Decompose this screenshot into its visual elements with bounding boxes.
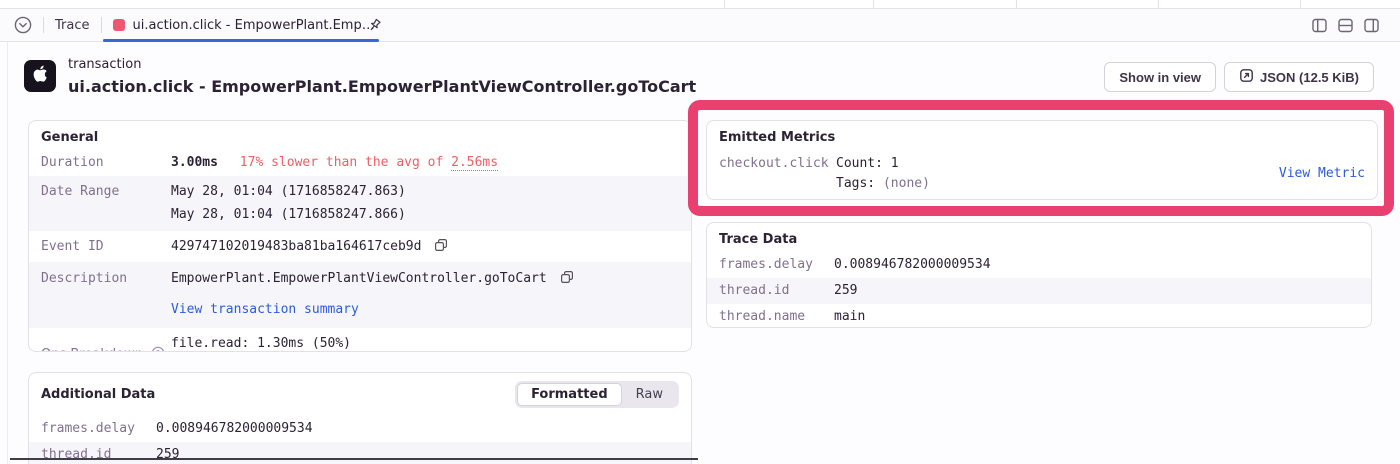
additional-data-card: Additional Data Formatted Raw frames.del…	[28, 372, 692, 464]
toggle-formatted[interactable]: Formatted	[517, 383, 622, 406]
trace-data-key: thread.name	[719, 307, 834, 327]
emitted-metrics-title: Emitted Metrics	[707, 121, 1377, 150]
duration-key: Duration	[41, 153, 171, 173]
chevron-down-circle-icon[interactable]	[14, 16, 32, 34]
panel-left-border	[7, 9, 8, 464]
toggle-raw[interactable]: Raw	[622, 383, 677, 406]
row-description: Description EmpowerPlant.EmpowerPlantVie…	[29, 262, 691, 328]
layout-split-horizontal-icon[interactable]	[1337, 17, 1354, 34]
json-button-label: JSON (12.5 KiB)	[1260, 70, 1359, 85]
help-icon[interactable]: ?	[151, 346, 165, 353]
general-card: General Duration 3.00ms 17% slower than …	[28, 120, 692, 352]
row-date-range: Date Range May 28, 01:04 (1716858247.863…	[29, 176, 691, 231]
format-toggle: Formatted Raw	[515, 381, 679, 408]
trace-data-value: main	[834, 307, 1359, 327]
ops-breakdown-line1: file.read: 1.30ms (50%)	[171, 334, 679, 352]
active-tab-underline	[103, 39, 379, 42]
duration-average: 2.56ms	[451, 155, 498, 171]
description-key: Description	[41, 269, 171, 320]
copy-icon[interactable]	[560, 270, 574, 291]
tab-trace[interactable]: Trace	[55, 18, 90, 33]
trace-data-card: Trace Data frames.delay 0.00894678200000…	[706, 222, 1372, 328]
layout-sidebar-right-icon[interactable]	[1363, 17, 1380, 34]
transaction-marker-icon	[113, 19, 125, 31]
table-row: thread.id 259	[707, 278, 1371, 304]
tab-bar: Trace ui.action.click - EmpowerPlant.Emp…	[0, 9, 1400, 42]
trace-data-key: frames.delay	[719, 255, 834, 275]
date-range-start: May 28, 01:04 (1716858247.863)	[171, 182, 679, 202]
column-divider	[873, 0, 874, 8]
row-event-id: Event ID 429747102019483ba81ba164617ceb9…	[29, 231, 691, 262]
svg-text:?: ?	[156, 348, 160, 352]
external-link-icon	[1239, 68, 1254, 86]
show-in-view-button[interactable]: Show in view	[1104, 62, 1216, 92]
additional-data-title: Additional Data	[41, 387, 155, 402]
row-duration: Duration 3.00ms 17% slower than the avg …	[29, 150, 691, 176]
additional-data-key: thread.id	[41, 445, 156, 464]
copy-icon[interactable]	[434, 238, 448, 259]
page-title: ui.action.click - EmpowerPlant.EmpowerPl…	[68, 77, 696, 96]
column-divider	[1300, 0, 1301, 8]
general-title: General	[29, 121, 691, 150]
tabbar-divider	[101, 17, 102, 33]
table-row: thread.id 259	[29, 442, 691, 464]
event-id-key: Event ID	[41, 237, 171, 259]
event-type-label: transaction	[68, 57, 141, 72]
trace-data-value: 259	[834, 281, 1359, 301]
layout-sidebar-left-icon[interactable]	[1311, 17, 1328, 34]
table-row: frames.delay 0.008946782000009534	[29, 416, 691, 442]
event-id-value: 429747102019483ba81ba164617ceb9d	[171, 239, 421, 254]
column-divider	[724, 0, 725, 8]
apple-platform-tile	[24, 60, 56, 92]
column-divider	[1158, 0, 1159, 8]
additional-data-value: 0.008946782000009534	[156, 419, 679, 439]
trace-detail-panel: Trace ui.action.click - EmpowerPlant.Emp…	[0, 0, 1400, 464]
metric-count-value: 1	[891, 156, 899, 171]
table-row: frames.delay 0.008946782000009534	[707, 252, 1371, 278]
viewport-bottom-edge	[10, 458, 698, 460]
tabbar-divider	[43, 17, 44, 33]
column-divider	[1016, 0, 1017, 8]
description-value: EmpowerPlant.EmpowerPlantViewController.…	[171, 271, 547, 286]
row-ops-breakdown: Ops Breakdown ? file.read: 1.30ms (50%) …	[29, 328, 691, 352]
duration-value: 3.00ms	[171, 155, 218, 170]
additional-data-header: Additional Data Formatted Raw	[29, 373, 691, 416]
apple-icon	[30, 64, 50, 88]
trace-data-value: 0.008946782000009534	[834, 255, 1359, 275]
additional-data-key: frames.delay	[41, 419, 156, 439]
json-download-button[interactable]: JSON (12.5 KiB)	[1224, 62, 1374, 92]
metric-name: checkout.click	[719, 154, 836, 174]
trace-data-title: Trace Data	[707, 223, 1371, 252]
metric-count-label: Count:	[836, 156, 891, 171]
metric-tags-label: Tags:	[836, 176, 883, 191]
table-row: thread.name main	[707, 304, 1371, 328]
layout-controls	[1311, 17, 1380, 34]
header-actions: Show in view JSON (12.5 KiB)	[1104, 62, 1374, 92]
date-range-end: May 28, 01:04 (1716858247.866)	[171, 205, 679, 225]
duration-comparison: 17% slower than the avg of	[240, 155, 451, 170]
view-metric-link[interactable]: View Metric	[1279, 166, 1365, 181]
pin-icon[interactable]	[366, 17, 383, 34]
additional-data-value: 259	[156, 445, 679, 464]
ops-breakdown-key: Ops Breakdown ?	[41, 345, 171, 353]
emitted-metric-row: checkout.click Count: 1 Tags: (none) Vie…	[707, 150, 1377, 198]
tab-transaction[interactable]: ui.action.click - EmpowerPlant.Emp…	[113, 9, 383, 42]
date-range-key: Date Range	[41, 182, 171, 225]
metric-tags-value: (none)	[883, 176, 930, 191]
trace-data-key: thread.id	[719, 281, 834, 301]
emitted-metrics-card: Emitted Metrics checkout.click Count: 1 …	[706, 120, 1378, 200]
tab-transaction-label: ui.action.click - EmpowerPlant.Emp…	[133, 18, 358, 33]
view-transaction-summary-link[interactable]: View transaction summary	[171, 302, 359, 317]
